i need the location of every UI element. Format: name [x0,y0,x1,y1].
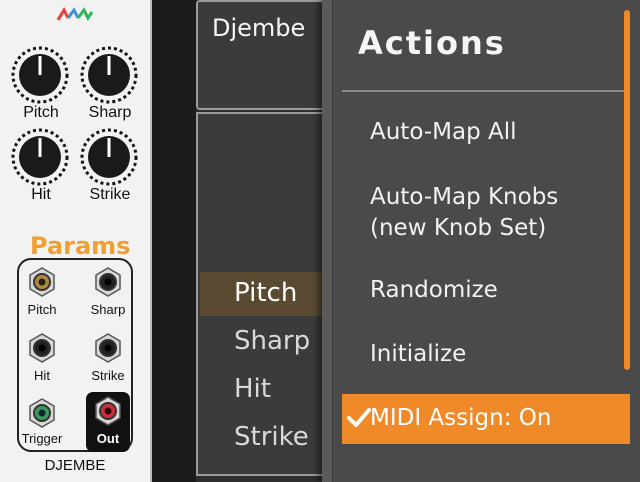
out-jack-label: Out [96,431,120,446]
menu-item-initialize[interactable]: Initialize [370,339,466,370]
menu-edge [322,0,333,482]
trigger-jack-label: Trigger [21,431,63,446]
sharp-jack-label: Sharp [90,302,126,317]
pitch-knob-label: Pitch [23,104,59,121]
module-name: DJEMBE [44,457,106,474]
strike-knob[interactable] [80,128,138,186]
menu-item-midi-assign[interactable]: MIDI Assign: On [342,394,630,444]
params-heading: Params [30,232,131,260]
hit-jack-label: Hit [34,368,50,383]
sharp-cv-jack[interactable] [93,267,123,297]
param-row-pitch[interactable]: Pitch [200,272,332,316]
menu-item-auto-map-knobs[interactable]: Auto-Map Knobs (new Knob Set) [370,182,558,244]
pitch-knob[interactable] [11,46,69,104]
param-label: Strike [234,422,309,452]
param-row-strike[interactable]: Strike [200,416,332,460]
param-label: Pitch [234,278,298,308]
pitch-cv-jack[interactable] [27,267,57,297]
window-header: Djembe [196,0,336,110]
hit-knob-label: Hit [31,186,51,203]
actions-menu: Actions Auto-Map All Auto-Map Knobs (new… [322,0,640,482]
menu-item-randomize[interactable]: Randomize [370,275,498,306]
checkmark-icon [347,408,371,427]
trigger-jack[interactable] [27,398,57,428]
param-row-hit[interactable]: Hit [200,368,332,412]
midi-assign-label: MIDI Assign: On [370,405,552,431]
param-label: Hit [234,374,271,404]
param-label: Sharp [234,326,311,356]
menu-title: Actions [358,24,506,62]
strike-jack-label: Strike [91,368,125,383]
strike-knob-label: Strike [89,186,131,203]
sharp-knob[interactable] [80,46,138,104]
param-row-sharp[interactable]: Sharp [200,320,332,364]
hit-knob[interactable] [11,128,69,186]
window-title: Djembe [212,14,306,42]
sharp-knob-label: Sharp [88,104,132,121]
menu-divider [342,90,624,92]
hit-cv-jack[interactable] [27,333,57,363]
brand-logo-icon [56,6,94,21]
menu-item-auto-map-all[interactable]: Auto-Map All [370,117,517,148]
menu-scrollbar[interactable] [624,10,630,370]
out-jack[interactable] [93,396,123,426]
pitch-jack-label: Pitch [27,302,57,317]
strike-cv-jack[interactable] [93,333,123,363]
